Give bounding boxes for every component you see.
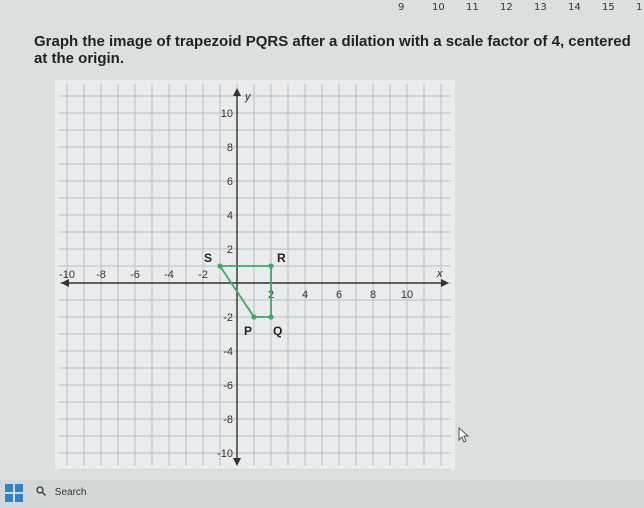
x-tick-label: 4 <box>302 289 308 301</box>
y-tick-label: 8 <box>227 142 233 154</box>
ruler-label: 12 <box>500 2 513 13</box>
vertex-point-q <box>268 314 274 320</box>
ruler-label: 15 <box>602 2 615 13</box>
mouse-pointer-icon <box>458 427 470 443</box>
y-tick-label: -6 <box>223 380 233 392</box>
taskbar-search[interactable]: Search <box>36 486 86 498</box>
x-tick-label: 10 <box>401 289 413 301</box>
x-tick-label: -6 <box>130 269 140 281</box>
y-tick-label: 10 <box>221 108 233 120</box>
grid-paper <box>55 80 455 470</box>
y-tick-label: -10 <box>217 448 233 460</box>
vertex-point-s <box>217 263 223 269</box>
vertex-point-r <box>268 263 274 269</box>
y-tick-label: 2 <box>227 244 233 256</box>
x-tick-label: 6 <box>336 289 342 301</box>
vertex-label-r: R <box>277 251 286 265</box>
coordinate-grid[interactable]: xy-10 -8 -6 -4 -22 4 6 8 10108642-2-4-6-8-10 P QR… <box>55 80 455 470</box>
ruler-label: 11 <box>466 2 479 13</box>
ruler-label: 14 <box>568 2 581 13</box>
ruler-strip: 9 10 11 12 13 14 15 1 <box>0 0 644 30</box>
vertex-label-q: Q <box>273 324 282 338</box>
vertex-label-s: S <box>204 251 212 265</box>
search-label: Search <box>54 487 87 498</box>
question-prompt: Graph the image of trapezoid PQRS after … <box>34 33 631 67</box>
x-axis-label: x <box>436 268 443 280</box>
x-tick-label: 8 <box>370 289 376 301</box>
x-tick-label: -8 <box>96 269 106 281</box>
ruler-label: 1 <box>636 2 643 13</box>
y-tick-label: 6 <box>227 176 233 188</box>
y-tick-label: -2 <box>223 312 233 324</box>
x-tick-label: -4 <box>164 269 174 281</box>
ruler-label: 10 <box>432 2 445 13</box>
y-tick-label: 4 <box>227 210 233 222</box>
taskbar: Search <box>0 480 644 508</box>
y-tick-label: -8 <box>223 414 233 426</box>
ruler-label: 9 <box>398 2 405 13</box>
windows-start-icon[interactable] <box>5 484 23 502</box>
y-tick-label: -4 <box>223 346 233 358</box>
search-icon <box>36 486 46 496</box>
x-tick-label: -2 <box>198 269 208 281</box>
vertex-point-p <box>251 314 257 320</box>
vertex-label-p: P <box>244 324 252 338</box>
ruler-label: 13 <box>534 2 547 13</box>
x-tick-label: -10 <box>59 269 75 281</box>
